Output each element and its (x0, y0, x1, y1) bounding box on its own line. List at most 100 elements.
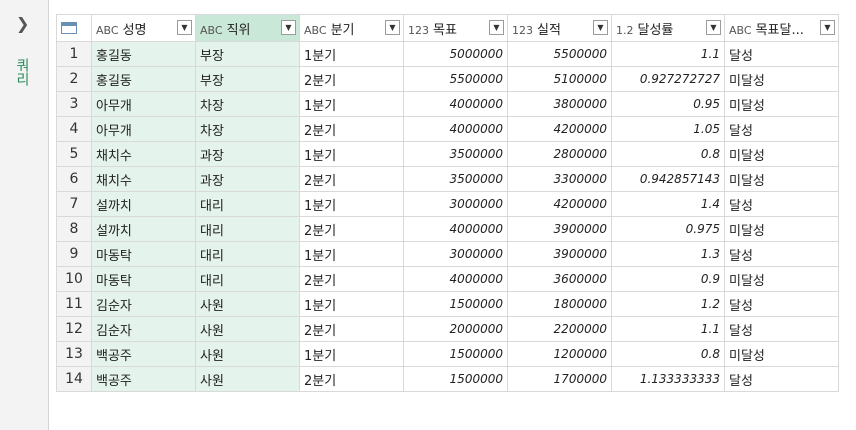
name-cell[interactable]: 설까치 (91, 191, 196, 217)
achievement-rate-cell[interactable]: 1.1 (611, 41, 725, 67)
target-cell[interactable]: 1500000 (403, 341, 508, 367)
whole-number-type-icon[interactable]: 123 (408, 24, 429, 37)
name-cell[interactable]: 마동탁 (91, 241, 196, 267)
status-cell[interactable]: 달성 (724, 116, 839, 142)
actual-cell[interactable]: 4200000 (507, 191, 612, 217)
target-cell[interactable]: 3000000 (403, 241, 508, 267)
target-cell[interactable]: 3500000 (403, 166, 508, 192)
name-cell[interactable]: 마동탁 (91, 266, 196, 292)
name-cell[interactable]: 설까치 (91, 216, 196, 242)
row-number[interactable]: 10 (56, 266, 92, 292)
whole-number-type-icon[interactable]: 123 (512, 24, 533, 37)
status-cell[interactable]: 미달성 (724, 166, 839, 192)
status-cell[interactable]: 달성 (724, 191, 839, 217)
quarter-cell[interactable]: 2분기 (299, 316, 404, 342)
row-number[interactable]: 3 (56, 91, 92, 117)
column-header[interactable]: ABC 성명 ▼ (91, 14, 196, 42)
row-number[interactable]: 9 (56, 241, 92, 267)
filter-dropdown-icon[interactable]: ▼ (281, 20, 296, 35)
actual-cell[interactable]: 5500000 (507, 41, 612, 67)
position-cell[interactable]: 대리 (195, 266, 300, 292)
achievement-rate-cell[interactable]: 1.1 (611, 316, 725, 342)
status-cell[interactable]: 미달성 (724, 91, 839, 117)
name-cell[interactable]: 백공주 (91, 341, 196, 367)
name-cell[interactable]: 백공주 (91, 366, 196, 392)
name-cell[interactable]: 홍길동 (91, 66, 196, 92)
decimal-type-icon[interactable]: 1.2 (616, 24, 634, 37)
actual-cell[interactable]: 3800000 (507, 91, 612, 117)
filter-dropdown-icon[interactable]: ▼ (820, 20, 835, 35)
actual-cell[interactable]: 1800000 (507, 291, 612, 317)
achievement-rate-cell[interactable]: 0.942857143 (611, 166, 725, 192)
position-cell[interactable]: 부장 (195, 66, 300, 92)
quarter-cell[interactable]: 1분기 (299, 241, 404, 267)
row-number[interactable]: 8 (56, 216, 92, 242)
target-cell[interactable]: 3500000 (403, 141, 508, 167)
target-cell[interactable]: 4000000 (403, 216, 508, 242)
achievement-rate-cell[interactable]: 0.95 (611, 91, 725, 117)
position-cell[interactable]: 대리 (195, 216, 300, 242)
target-cell[interactable]: 4000000 (403, 266, 508, 292)
target-cell[interactable]: 5500000 (403, 66, 508, 92)
status-cell[interactable]: 달성 (724, 366, 839, 392)
name-cell[interactable]: 김순자 (91, 316, 196, 342)
position-cell[interactable]: 사원 (195, 366, 300, 392)
position-cell[interactable]: 사원 (195, 341, 300, 367)
column-header[interactable]: ABC 분기 ▼ (299, 14, 404, 42)
actual-cell[interactable]: 3600000 (507, 266, 612, 292)
text-type-icon[interactable]: ABC (304, 24, 327, 37)
achievement-rate-cell[interactable]: 0.8 (611, 141, 725, 167)
row-number[interactable]: 14 (56, 366, 92, 392)
table-menu-button[interactable] (56, 14, 92, 42)
achievement-rate-cell[interactable]: 1.2 (611, 291, 725, 317)
actual-cell[interactable]: 3900000 (507, 241, 612, 267)
quarter-cell[interactable]: 2분기 (299, 116, 404, 142)
text-type-icon[interactable]: ABC (96, 24, 119, 37)
name-cell[interactable]: 채치수 (91, 166, 196, 192)
target-cell[interactable]: 5000000 (403, 41, 508, 67)
quarter-cell[interactable]: 1분기 (299, 341, 404, 367)
achievement-rate-cell[interactable]: 0.927272727 (611, 66, 725, 92)
status-cell[interactable]: 달성 (724, 316, 839, 342)
position-cell[interactable]: 과장 (195, 141, 300, 167)
column-header[interactable]: 123 목표 ▼ (403, 14, 508, 42)
status-cell[interactable]: 달성 (724, 291, 839, 317)
row-number[interactable]: 7 (56, 191, 92, 217)
achievement-rate-cell[interactable]: 0.975 (611, 216, 725, 242)
actual-cell[interactable]: 1200000 (507, 341, 612, 367)
achievement-rate-cell[interactable]: 1.133333333 (611, 366, 725, 392)
expand-chevron-icon[interactable]: ❯ (16, 14, 29, 33)
position-cell[interactable]: 대리 (195, 241, 300, 267)
actual-cell[interactable]: 2200000 (507, 316, 612, 342)
filter-dropdown-icon[interactable]: ▼ (489, 20, 504, 35)
achievement-rate-cell[interactable]: 1.4 (611, 191, 725, 217)
text-type-icon[interactable]: ABC (729, 24, 752, 37)
filter-dropdown-icon[interactable]: ▼ (385, 20, 400, 35)
position-cell[interactable]: 대리 (195, 191, 300, 217)
target-cell[interactable]: 4000000 (403, 116, 508, 142)
status-cell[interactable]: 미달성 (724, 141, 839, 167)
achievement-rate-cell[interactable]: 0.9 (611, 266, 725, 292)
column-header-selected[interactable]: ABC 직위 ▼ (195, 14, 300, 42)
position-cell[interactable]: 사원 (195, 316, 300, 342)
achievement-rate-cell[interactable]: 0.8 (611, 341, 725, 367)
actual-cell[interactable]: 2800000 (507, 141, 612, 167)
column-header[interactable]: ABC 목표달... ▼ (724, 14, 839, 42)
column-header[interactable]: 123 실적 ▼ (507, 14, 612, 42)
row-number[interactable]: 2 (56, 66, 92, 92)
position-cell[interactable]: 차장 (195, 116, 300, 142)
status-cell[interactable]: 미달성 (724, 266, 839, 292)
row-number[interactable]: 11 (56, 291, 92, 317)
target-cell[interactable]: 4000000 (403, 91, 508, 117)
status-cell[interactable]: 달성 (724, 241, 839, 267)
row-number[interactable]: 6 (56, 166, 92, 192)
status-cell[interactable]: 미달성 (724, 341, 839, 367)
quarter-cell[interactable]: 2분기 (299, 366, 404, 392)
quarter-cell[interactable]: 1분기 (299, 41, 404, 67)
target-cell[interactable]: 1500000 (403, 291, 508, 317)
position-cell[interactable]: 차장 (195, 91, 300, 117)
name-cell[interactable]: 김순자 (91, 291, 196, 317)
filter-dropdown-icon[interactable]: ▼ (177, 20, 192, 35)
quarter-cell[interactable]: 2분기 (299, 216, 404, 242)
actual-cell[interactable]: 3300000 (507, 166, 612, 192)
